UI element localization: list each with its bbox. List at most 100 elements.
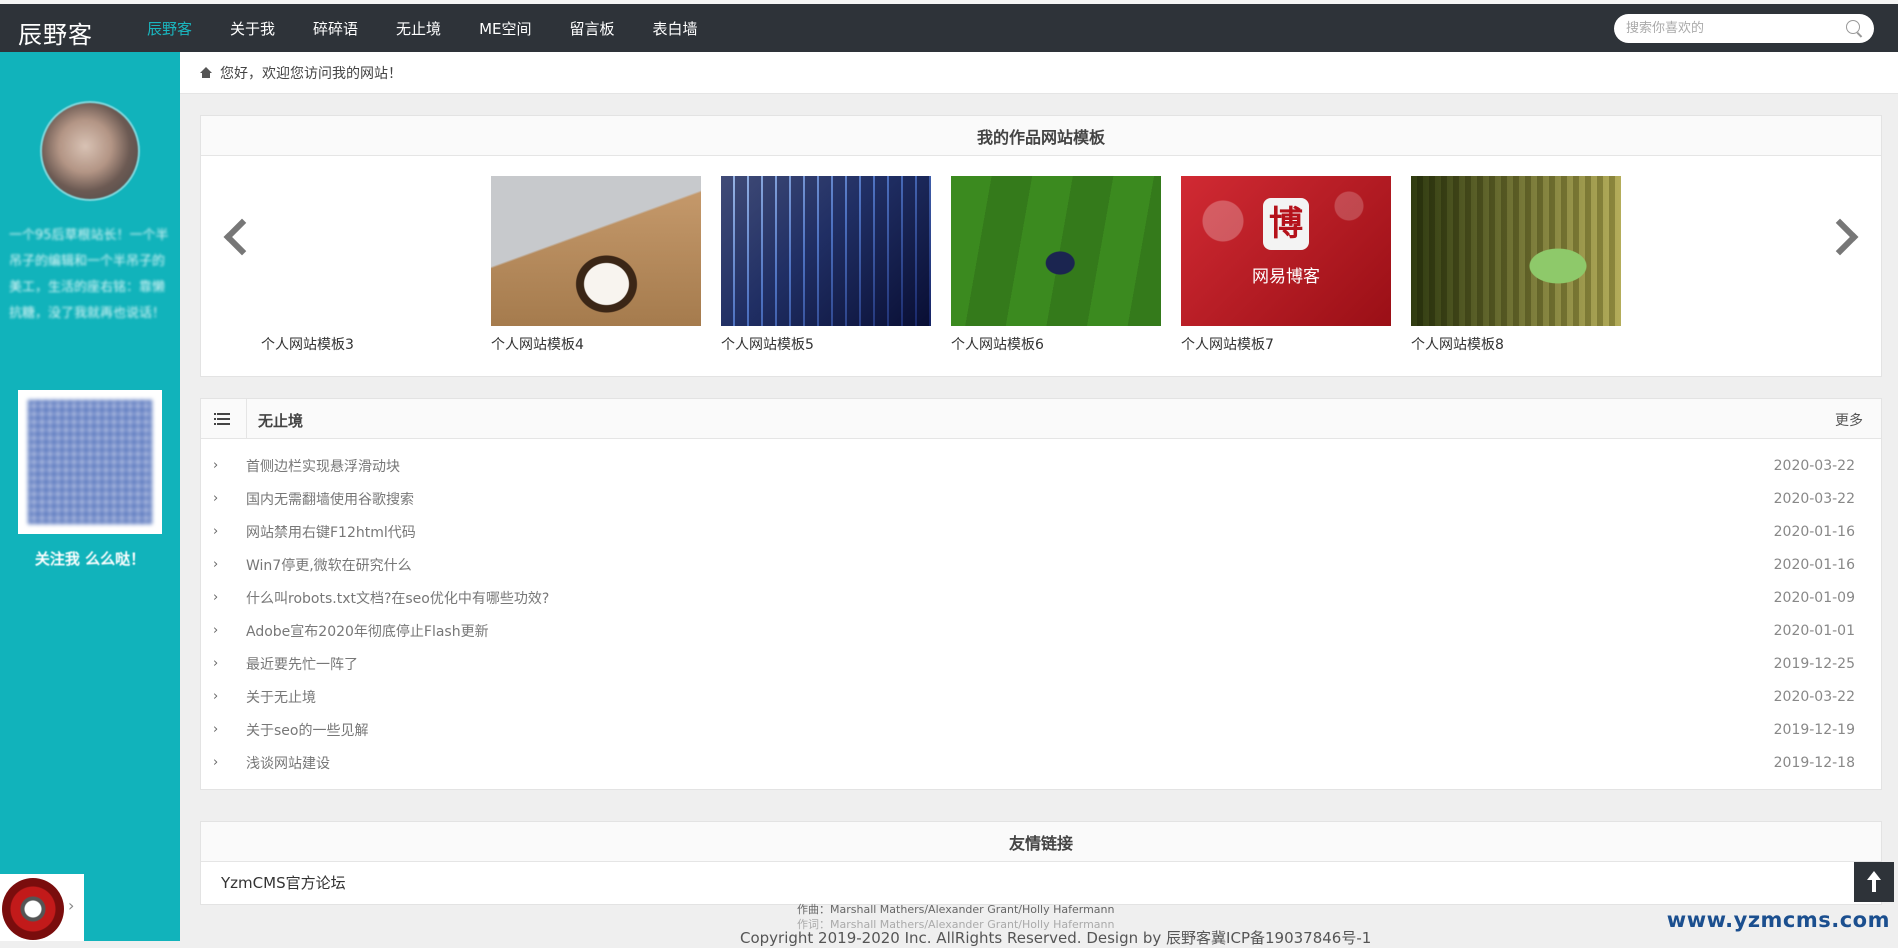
follow-label: 关注我 么么哒！	[34, 550, 146, 568]
sidebar-intro: 一个95后草根站长！一个半吊子的编辑和一个半吊子的美工，生活的座右铭：靠懒抗糖，…	[9, 228, 169, 321]
site-logo[interactable]: 辰野客	[18, 15, 93, 50]
nav-item-endless[interactable]: 无止境	[396, 18, 441, 39]
list-item[interactable]: › 关于seo的一些见解 2019-12-19	[201, 713, 1881, 746]
work-card[interactable]: 博 网易博客 个人网站模板7	[1181, 176, 1391, 354]
works-title: 我的作品网站模板	[201, 116, 1881, 156]
article-link[interactable]: 关于seo的一些见解	[246, 720, 368, 740]
work-caption[interactable]: 个人网站模板6	[951, 334, 1161, 354]
sidebar: 一个95后草根站长！一个半吊子的编辑和一个半吊子的美工，生活的座右铭：靠懒抗糖，…	[0, 52, 180, 941]
nav-item-guestbook[interactable]: 留言板	[569, 18, 614, 39]
chevron-right-icon[interactable]: ›	[68, 896, 74, 915]
chevron-right-icon: ›	[213, 458, 219, 473]
article-link[interactable]: 关于无止境	[246, 687, 316, 707]
breadcrumb: 您好，欢迎您访问我的网站！	[180, 52, 1898, 94]
article-date: 2020-03-22	[1773, 457, 1855, 474]
work-caption[interactable]: 个人网站模板3	[261, 334, 471, 354]
article-link[interactable]: 网站禁用右键F12html代码	[246, 522, 416, 542]
blog-image-text: 网易博客	[1252, 267, 1320, 287]
list-item[interactable]: › Adobe宣布2020年彻底停止Flash更新 2020-01-01	[201, 614, 1881, 647]
article-date: 2019-12-18	[1773, 754, 1855, 771]
article-link[interactable]: Adobe宣布2020年彻底停止Flash更新	[246, 621, 489, 641]
work-card[interactable]: 个人网站模板8	[1411, 176, 1621, 354]
article-date: 2020-01-01	[1773, 622, 1855, 639]
works-panel: 我的作品网站模板 个人网站模板3 个人网站模板4 个人网站模板5 个人网站模板6…	[200, 115, 1882, 377]
list-item[interactable]: › Win7停更,微软在研究什么 2020-01-16	[201, 548, 1881, 581]
work-card[interactable]: 个人网站模板4	[491, 176, 701, 354]
list-icon	[201, 399, 247, 439]
list-item[interactable]: › 什么叫robots.txt文档?在seo优化中有哪些功效? 2020-01-09	[201, 581, 1881, 614]
nav-item-murmurs[interactable]: 碎碎语	[313, 18, 358, 39]
welcome-text: 您好，欢迎您访问我的网站！	[220, 65, 402, 82]
articles-panel: 无止境 更多 › 首侧边栏实现悬浮滑动块 2020-03-22 › 国内无需翻墙使用谷…	[200, 398, 1882, 790]
chevron-right-icon: ›	[213, 623, 219, 638]
article-link[interactable]: 最近要先忙一阵了	[246, 654, 358, 674]
article-link[interactable]: 什么叫robots.txt文档?在seo优化中有哪些功效?	[246, 588, 549, 608]
music-disc-icon[interactable]	[2, 878, 64, 940]
article-date: 2020-01-16	[1773, 523, 1855, 540]
list-item[interactable]: › 最近要先忙一阵了 2019-12-25	[201, 647, 1881, 680]
article-link[interactable]: 国内无需翻墙使用谷歌搜索	[246, 489, 414, 509]
nav-item-about[interactable]: 关于我	[230, 18, 275, 39]
chevron-right-icon: ›	[213, 656, 219, 671]
lyrics-credit: 作曲：Marshall Mathers/Alexander Grant/Holl…	[797, 903, 1115, 916]
nav-item-confession-wall[interactable]: 表白墙	[653, 18, 698, 39]
carousel-next-icon[interactable]	[1835, 216, 1861, 256]
article-date: 2019-12-25	[1773, 655, 1855, 672]
chevron-right-icon: ›	[213, 689, 219, 704]
friend-links-panel: 友情链接 YzmCMS官方论坛	[200, 821, 1882, 905]
search-input[interactable]	[1624, 20, 1846, 37]
article-date: 2020-03-22	[1773, 688, 1855, 705]
search-box	[1614, 14, 1874, 43]
chevron-right-icon: ›	[213, 722, 219, 737]
articles-title: 无止境	[258, 412, 304, 430]
work-caption[interactable]: 个人网站模板5	[721, 334, 931, 354]
list-item[interactable]: › 浅谈网站建设 2019-12-18	[201, 746, 1881, 779]
article-list: › 首侧边栏实现悬浮滑动块 2020-03-22 › 国内无需翻墙使用谷歌搜索 2020…	[201, 439, 1881, 779]
list-item[interactable]: › 关于无止境 2020-03-22	[201, 680, 1881, 713]
list-item[interactable]: › 网站禁用右键F12html代码 2020-01-16	[201, 515, 1881, 548]
article-link[interactable]: 浅谈网站建设	[246, 753, 330, 773]
articles-header: 无止境 更多	[201, 399, 1881, 439]
article-date: 2020-03-22	[1773, 490, 1855, 507]
qr-code	[18, 390, 162, 534]
work-thumbnail[interactable]	[951, 176, 1161, 326]
work-thumbnail[interactable]: 博 网易博客	[1181, 176, 1391, 326]
nav-item-me-space[interactable]: ME空间	[479, 18, 531, 39]
work-card[interactable]: 个人网站模板5	[721, 176, 931, 354]
work-caption[interactable]: 个人网站模板7	[1181, 334, 1391, 354]
article-date: 2020-01-16	[1773, 556, 1855, 573]
search-icon[interactable]	[1846, 19, 1864, 38]
blog-logo: 博	[1263, 198, 1309, 250]
article-date: 2020-01-09	[1773, 589, 1855, 606]
work-thumbnail[interactable]	[1411, 176, 1621, 326]
work-card[interactable]: 个人网站模板3	[261, 176, 471, 354]
work-thumbnail[interactable]	[721, 176, 931, 326]
chevron-right-icon: ›	[213, 491, 219, 506]
nav-item-home[interactable]: 辰野客	[147, 18, 192, 39]
article-link[interactable]: 首侧边栏实现悬浮滑动块	[246, 456, 400, 476]
copyright-text: Copyright 2019-2020 Inc. AllRights Reser…	[740, 929, 1372, 947]
work-caption[interactable]: 个人网站模板4	[491, 334, 701, 354]
carousel-prev-icon[interactable]	[221, 216, 247, 256]
list-item[interactable]: › 首侧边栏实现悬浮滑动块 2020-03-22	[201, 449, 1881, 482]
friend-link[interactable]: YzmCMS官方论坛	[221, 872, 346, 893]
main-nav: 辰野客 关于我 碎碎语 无止境 ME空间 留言板 表白墙	[128, 4, 717, 52]
back-to-top-button[interactable]	[1854, 862, 1894, 902]
work-thumbnail[interactable]	[491, 176, 701, 326]
article-link[interactable]: Win7停更,微软在研究什么	[246, 555, 412, 575]
top-navbar: 辰野客 辰野客 关于我 碎碎语 无止境 ME空间 留言板 表白墙	[0, 0, 1898, 52]
more-link[interactable]: 更多	[1835, 410, 1863, 430]
avatar	[40, 101, 140, 201]
work-thumbnail[interactable]	[261, 176, 471, 326]
work-caption[interactable]: 个人网站模板8	[1411, 334, 1621, 354]
list-item[interactable]: › 国内无需翻墙使用谷歌搜索 2020-03-22	[201, 482, 1881, 515]
home-icon	[200, 67, 212, 78]
site-watermark: www.yzmcms.com	[1666, 908, 1890, 932]
music-player[interactable]: ›	[0, 874, 84, 941]
work-card[interactable]: 个人网站模板6	[951, 176, 1161, 354]
chevron-right-icon: ›	[213, 590, 219, 605]
article-date: 2019-12-19	[1773, 721, 1855, 738]
friend-links-title: 友情链接	[201, 822, 1881, 862]
chevron-right-icon: ›	[213, 524, 219, 539]
chevron-right-icon: ›	[213, 557, 219, 572]
